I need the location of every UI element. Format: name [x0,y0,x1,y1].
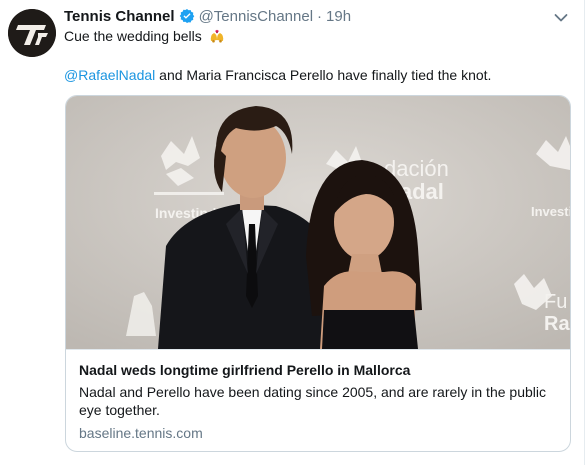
backdrop-text-right-2: Fu [544,291,567,313]
tweet-text-line: @RafaelNadal and Maria Francisca Perello… [64,66,491,84]
timestamp[interactable]: 19h [326,8,351,25]
tweet[interactable]: Tennis Channel @TennisChannel · 19h Cue … [0,0,585,465]
backdrop-text-right: Investi [531,204,570,219]
author-handle[interactable]: @TennisChannel [199,8,313,25]
author-name[interactable]: Tennis Channel [64,8,175,25]
card-image[interactable]: Investind dación Nadal Investi Fu Raf [66,96,570,349]
tweet-text: and Maria Francisca Perello have finally… [155,67,492,83]
verified-badge-icon [179,9,194,23]
tweet-text-line: Cue the wedding bells [64,27,225,45]
chevron-down-icon[interactable] [553,10,569,26]
tennis-channel-logo-icon [8,9,56,57]
card-body[interactable]: Nadal weds longtime girlfriend Perello i… [66,349,570,451]
tweet-header: Tennis Channel @TennisChannel · 19h [64,6,351,26]
avatar[interactable] [8,9,56,57]
separator-dot: · [317,7,323,25]
card-domain[interactable]: baseline.tennis.com [79,424,203,442]
link-card[interactable]: Investind dación Nadal Investi Fu Raf [65,95,571,452]
backdrop-text-right-3: Raf [544,313,570,335]
tweet-text: Cue the wedding bells [64,28,202,44]
card-description: Nadal and Perello have been dating since… [79,384,546,418]
mention-link[interactable]: @RafaelNadal [64,67,155,83]
wedding-bells-icon [210,29,223,43]
card-title[interactable]: Nadal weds longtime girlfriend Perello i… [79,361,410,380]
